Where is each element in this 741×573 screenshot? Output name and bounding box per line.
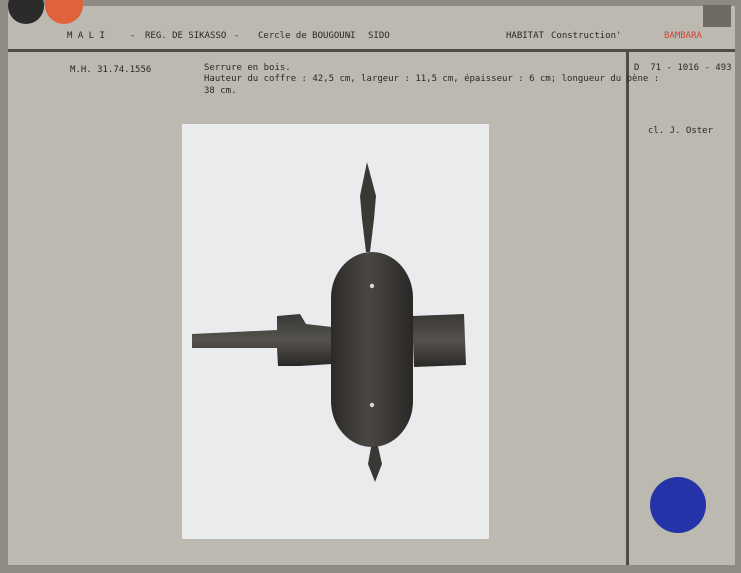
dimensions-line-1: Hauteur du coffre : 42,5 cm, largeur : 1… — [204, 74, 660, 84]
object-title: Serrure en bois. — [204, 63, 291, 73]
inventory-number: M.H. 31.74.1556 — [70, 65, 152, 75]
header-tick: ' — [616, 31, 622, 41]
header-cercle: Cercle de BOUGOUNI — [258, 31, 356, 41]
corner-stamp — [703, 5, 731, 27]
object-photograph — [182, 124, 489, 539]
photo-credit: cl. J. Oster — [648, 126, 714, 136]
header-category: HABITAT — [506, 31, 544, 41]
wooden-lock-image — [192, 162, 466, 482]
header-region: REG. DE SIKASSO — [145, 31, 227, 41]
header-sep-2: - — [234, 31, 240, 41]
header-sep-3: - — [347, 31, 353, 41]
header-sep-1: - — [130, 31, 136, 41]
ethnic-group: BAMBARA — [664, 31, 702, 41]
header-country: M A L I — [67, 31, 105, 41]
dimensions-line-2: 38 cm. — [204, 86, 237, 96]
blue-dot — [650, 477, 706, 533]
header-subcategory: Construction — [551, 31, 617, 41]
header-village: SIDO — [368, 31, 390, 41]
column-divider — [626, 52, 629, 565]
negative-number: D 71 - 1016 - 493 — [634, 63, 732, 73]
